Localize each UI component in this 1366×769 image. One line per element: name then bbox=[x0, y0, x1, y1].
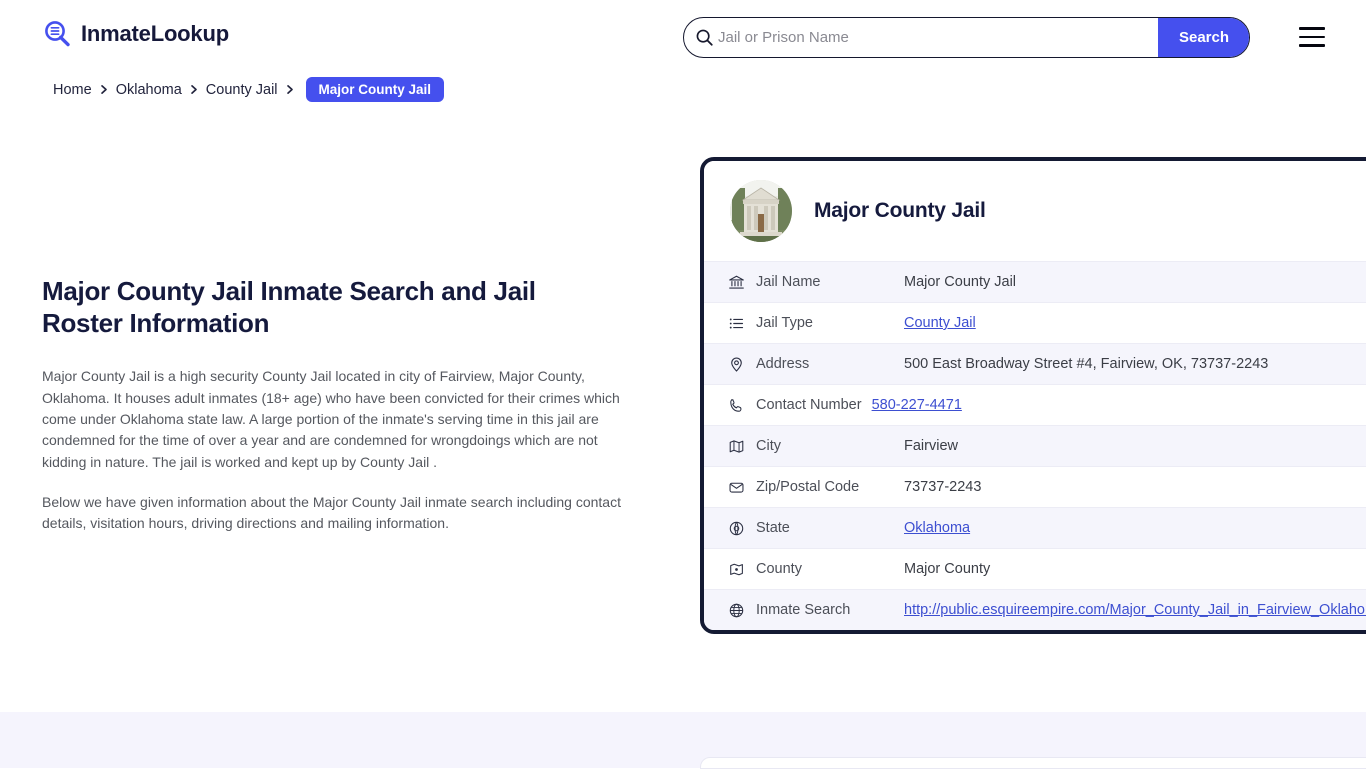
hamburger-line bbox=[1299, 44, 1325, 47]
row-value: 73737-2243 bbox=[904, 479, 982, 495]
jail-info-card-title: Major County Jail bbox=[814, 199, 986, 222]
magnifier-list-icon bbox=[42, 19, 72, 49]
site-header: InmateLookup Search bbox=[0, 0, 1366, 74]
envelope-icon bbox=[728, 479, 756, 496]
search-button[interactable]: Search bbox=[1158, 18, 1249, 57]
list-icon bbox=[728, 315, 756, 332]
table-row: City Fairview bbox=[704, 425, 1366, 466]
row-label: Address bbox=[756, 356, 810, 372]
row-label: Contact Number bbox=[756, 397, 862, 413]
page-title: Major County Jail Inmate Search and Jail… bbox=[42, 276, 536, 339]
breadcrumb: Home Oklahoma County Jail Major County J… bbox=[53, 77, 445, 102]
table-row: Address 500 East Broadway Street #4, Fai… bbox=[704, 343, 1366, 384]
row-value: Oklahoma bbox=[904, 520, 970, 536]
chevron-right-icon bbox=[286, 84, 294, 95]
row-value: Major County bbox=[904, 561, 991, 577]
location-pin-icon bbox=[728, 356, 756, 373]
breadcrumb-item-home[interactable]: Home bbox=[53, 82, 92, 98]
row-label: Inmate Search bbox=[756, 602, 851, 618]
row-label: Jail Name bbox=[756, 274, 821, 290]
brand-name: InmateLookup bbox=[81, 21, 229, 46]
bank-building-icon bbox=[728, 274, 756, 291]
description-paragraph-2: Below we have given information about th… bbox=[42, 493, 621, 532]
main-content-column: Major County Jail Inmate Search and Jail… bbox=[42, 275, 642, 553]
chevron-right-icon bbox=[190, 84, 198, 95]
table-row: State Oklahoma bbox=[704, 507, 1366, 548]
search-icon bbox=[684, 28, 718, 47]
search-bar[interactable]: Search bbox=[683, 17, 1250, 58]
contact-number-link[interactable]: 580-227-4471 bbox=[872, 397, 962, 413]
row-label: State bbox=[756, 520, 790, 536]
search-input[interactable] bbox=[718, 18, 1158, 57]
jail-info-card: Major County Jail Jail Name Major County… bbox=[700, 157, 1366, 634]
brand-logo-link[interactable]: InmateLookup bbox=[42, 19, 229, 49]
row-value: http://public.esquireempire.com/Major_Co… bbox=[904, 602, 1366, 618]
table-row: Zip/Postal Code 73737-2243 bbox=[704, 466, 1366, 507]
row-value: Major County Jail bbox=[904, 274, 1017, 290]
county-region-icon bbox=[728, 561, 756, 578]
row-value: 580-227-4471 bbox=[872, 397, 962, 413]
row-label: Zip/Postal Code bbox=[756, 479, 860, 495]
description-paragraph-1: Major County Jail is a high security Cou… bbox=[42, 368, 620, 470]
chevron-right-icon bbox=[100, 84, 108, 95]
hamburger-line bbox=[1299, 27, 1325, 30]
table-row: Contact Number 580-227-4471 bbox=[704, 384, 1366, 425]
jail-type-link[interactable]: County Jail bbox=[904, 315, 976, 331]
table-row: County Major County bbox=[704, 548, 1366, 589]
map-icon bbox=[728, 438, 756, 455]
breadcrumb-item-oklahoma[interactable]: Oklahoma bbox=[116, 82, 182, 98]
breadcrumb-current-page: Major County Jail bbox=[305, 77, 445, 102]
table-row: Jail Name Major County Jail bbox=[704, 261, 1366, 302]
hamburger-menu-icon[interactable] bbox=[1299, 27, 1325, 47]
inmate-search-link[interactable]: http://public.esquireempire.com/Major_Co… bbox=[904, 602, 1366, 618]
row-label: City bbox=[756, 438, 781, 454]
row-value: 500 East Broadway Street #4, Fairview, O… bbox=[904, 356, 1269, 372]
phone-icon bbox=[728, 397, 756, 414]
row-value: Fairview bbox=[904, 438, 958, 454]
row-label: Jail Type bbox=[756, 315, 813, 331]
row-value: County Jail bbox=[904, 315, 976, 331]
table-row: Jail Type County Jail bbox=[704, 302, 1366, 343]
globe-icon bbox=[728, 602, 756, 619]
row-label: County bbox=[756, 561, 802, 577]
next-card-top-edge bbox=[700, 757, 1366, 769]
courthouse-building-photo bbox=[730, 180, 792, 242]
breadcrumb-item-county-jail[interactable]: County Jail bbox=[206, 82, 278, 98]
hamburger-line bbox=[1299, 35, 1325, 39]
state-link[interactable]: Oklahoma bbox=[904, 520, 970, 536]
table-row: Inmate Search http://public.esquireempir… bbox=[704, 589, 1366, 630]
jail-info-card-header: Major County Jail bbox=[704, 161, 1366, 261]
globe-state-icon bbox=[728, 520, 756, 537]
